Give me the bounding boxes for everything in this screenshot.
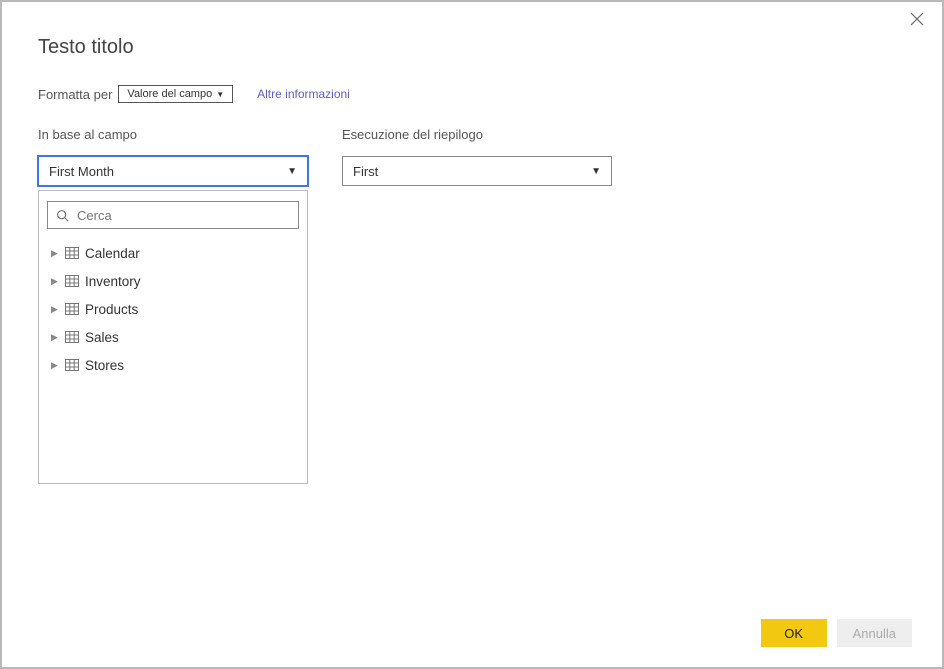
table-icon [65, 275, 79, 287]
dialog-title: Testo titolo [38, 36, 906, 59]
search-input[interactable] [77, 208, 290, 223]
expand-icon: ▶ [51, 248, 59, 259]
tree-item-label: Sales [85, 330, 119, 345]
search-box[interactable] [47, 201, 299, 229]
expand-icon: ▶ [51, 276, 59, 287]
summary-column-label: Esecuzione del riepilogo [342, 127, 612, 142]
table-icon [65, 331, 79, 343]
tree-item-stores[interactable]: ▶ Stores [51, 351, 299, 379]
tree-item-label: Products [85, 302, 138, 317]
field-dropdown-value: First Month [49, 164, 114, 179]
format-label: Formatta per [38, 87, 112, 102]
field-dropdown-panel: ▶ Calendar ▶ [38, 190, 308, 484]
table-icon [65, 359, 79, 371]
expand-icon: ▶ [51, 304, 59, 315]
table-icon [65, 247, 79, 259]
tree-item-label: Inventory [85, 274, 141, 289]
chevron-down-icon: ▼ [287, 166, 297, 177]
ok-button[interactable]: OK [761, 619, 827, 647]
tree-item-inventory[interactable]: ▶ Inventory [51, 267, 299, 295]
dialog-footer: OK Annulla [761, 619, 912, 647]
cancel-button[interactable]: Annulla [837, 619, 912, 647]
tree-item-label: Stores [85, 358, 124, 373]
format-value-chip[interactable]: Valore del campo ▼ [118, 85, 233, 103]
tree-item-sales[interactable]: ▶ Sales [51, 323, 299, 351]
chevron-down-icon: ▼ [591, 166, 601, 177]
chevron-down-icon: ▼ [216, 90, 224, 99]
format-value-text: Valore del campo [127, 88, 212, 100]
field-tree: ▶ Calendar ▶ [47, 239, 299, 379]
field-column: In base al campo First Month ▼ ▶ [38, 127, 308, 484]
close-button[interactable] [910, 12, 928, 30]
summary-dropdown[interactable]: First ▼ [342, 156, 612, 186]
summary-dropdown-value: First [353, 164, 378, 179]
search-icon [56, 209, 69, 222]
tree-item-calendar[interactable]: ▶ Calendar [51, 239, 299, 267]
format-row: Formatta per Valore del campo ▼ Altre in… [38, 85, 906, 103]
table-icon [65, 303, 79, 315]
tree-item-label: Calendar [85, 246, 140, 261]
more-info-link[interactable]: Altre informazioni [257, 87, 350, 101]
expand-icon: ▶ [51, 360, 59, 371]
expand-icon: ▶ [51, 332, 59, 343]
tree-item-products[interactable]: ▶ Products [51, 295, 299, 323]
field-column-label: In base al campo [38, 127, 308, 142]
close-icon [910, 12, 924, 26]
summary-column: Esecuzione del riepilogo First ▼ [342, 127, 612, 484]
field-dropdown[interactable]: First Month ▼ [38, 156, 308, 186]
